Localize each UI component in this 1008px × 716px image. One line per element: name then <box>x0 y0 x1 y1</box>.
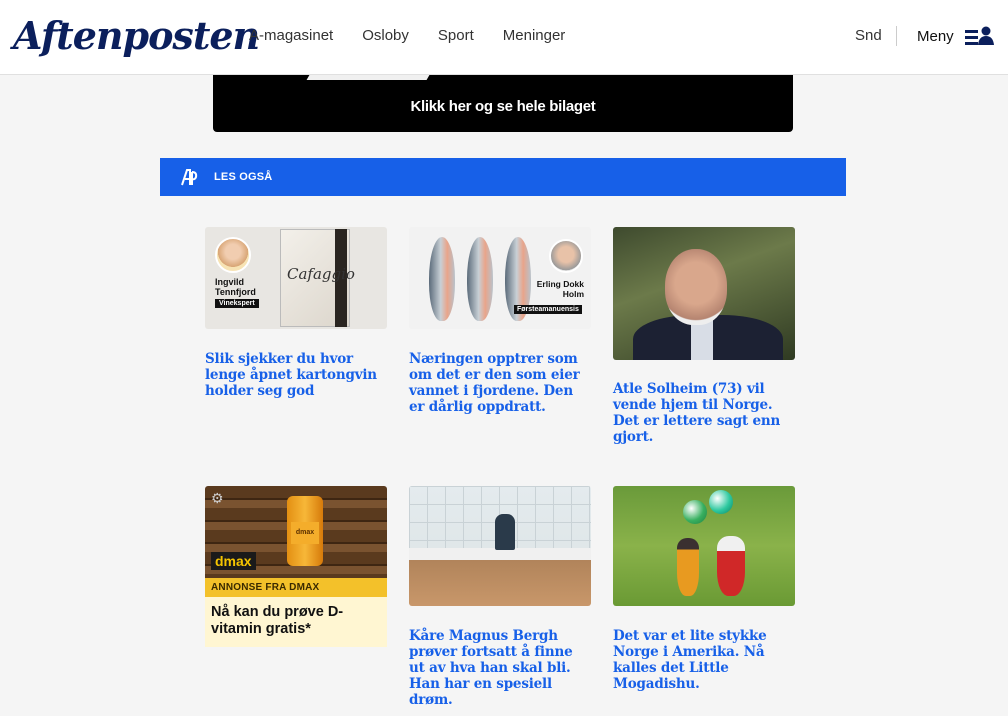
article-image[interactable]: Erling Dokk Holm Førsteamanuensis <box>409 227 591 329</box>
aftenposten-logo[interactable]: Aftenposten <box>13 12 260 60</box>
nav-link-a-magasinet[interactable]: A-magasinet <box>249 27 333 45</box>
article-image[interactable] <box>409 486 591 606</box>
article-image[interactable] <box>613 227 795 360</box>
article-title[interactable]: Slik sjekker du hvor lenge åpnet kartong… <box>205 351 387 399</box>
author-name: Ingvild Tennfjord <box>215 277 256 297</box>
site-header: Aftenposten A-magasinet Osloby Sport Men… <box>0 0 1008 75</box>
nav-link-sport[interactable]: Sport <box>438 27 474 45</box>
salmon-image <box>429 237 455 321</box>
author-role-tag: Førsteamanuensis <box>514 305 582 314</box>
person-shirt <box>691 319 713 360</box>
header-divider <box>896 26 897 46</box>
menu-button-label[interactable]: Meny <box>917 28 954 46</box>
article-title[interactable]: Kåre Magnus Bergh prøver fortsatt å finn… <box>409 628 591 708</box>
banner-decoration <box>306 75 430 80</box>
beach-ball <box>709 490 733 514</box>
ad-image[interactable]: ⚙ dmax dmax <box>205 486 387 578</box>
dancer-figure <box>717 536 745 596</box>
nav-link-osloby[interactable]: Osloby <box>362 27 409 45</box>
person-figure <box>495 514 515 550</box>
ad-label: ANNONSE FRA DMAX <box>205 578 387 597</box>
ad-card[interactable]: ⚙ dmax dmax ANNONSE FRA DMAX Nå kan du p… <box>205 486 387 647</box>
dancer-figure <box>677 538 699 596</box>
ad-title[interactable]: Nå kan du prøve D-vitamin gratis* <box>205 597 387 647</box>
main-nav: A-magasinet Osloby Sport Meninger <box>249 27 594 45</box>
author-name: Erling Dokk Holm <box>536 279 584 299</box>
article-card[interactable]: Cafaggio Ingvild Tennfjord Vinekspert Sl… <box>205 227 387 399</box>
banner-ad[interactable]: Klikk her og se hele bilaget <box>213 75 793 132</box>
article-title[interactable]: Det var et lite stykke Norge i Amerika. … <box>613 628 795 692</box>
aftenposten-a-icon <box>181 169 198 186</box>
les-ogsa-bar: LES OGSÅ <box>160 158 846 196</box>
article-image[interactable] <box>613 486 795 606</box>
bottle-label: dmax <box>291 522 319 544</box>
les-ogsa-label: LES OGSÅ <box>214 171 273 183</box>
product-bottle: dmax <box>287 496 323 566</box>
author-role-tag: Vinekspert <box>215 299 259 308</box>
article-title[interactable]: Atle Solheim (73) vil vende hjem til Nor… <box>613 381 795 445</box>
wine-box-brand: Cafaggio <box>287 265 355 283</box>
beach-ball <box>683 500 707 524</box>
author-portrait <box>215 237 251 273</box>
article-image[interactable]: Cafaggio Ingvild Tennfjord Vinekspert <box>205 227 387 329</box>
user-menu-icon[interactable] <box>965 26 995 46</box>
gear-icon[interactable]: ⚙ <box>211 490 224 507</box>
banner-cta-text[interactable]: Klikk her og se hele bilaget <box>213 98 793 115</box>
person-head <box>665 249 727 325</box>
article-title[interactable]: Næringen opptrer som om det er den som e… <box>409 351 591 415</box>
ad-brand-logo: dmax <box>211 552 256 570</box>
nav-link-meninger[interactable]: Meninger <box>503 27 566 45</box>
article-card[interactable]: Det var et lite stykke Norge i Amerika. … <box>613 486 795 692</box>
article-card[interactable]: Kåre Magnus Bergh prøver fortsatt å finn… <box>409 486 591 708</box>
article-card[interactable]: Erling Dokk Holm Førsteamanuensis Næring… <box>409 227 591 415</box>
article-card[interactable]: Atle Solheim (73) vil vende hjem til Nor… <box>613 227 795 445</box>
author-portrait <box>549 239 583 273</box>
salmon-image <box>467 237 493 321</box>
snd-link[interactable]: Snd <box>855 27 882 45</box>
